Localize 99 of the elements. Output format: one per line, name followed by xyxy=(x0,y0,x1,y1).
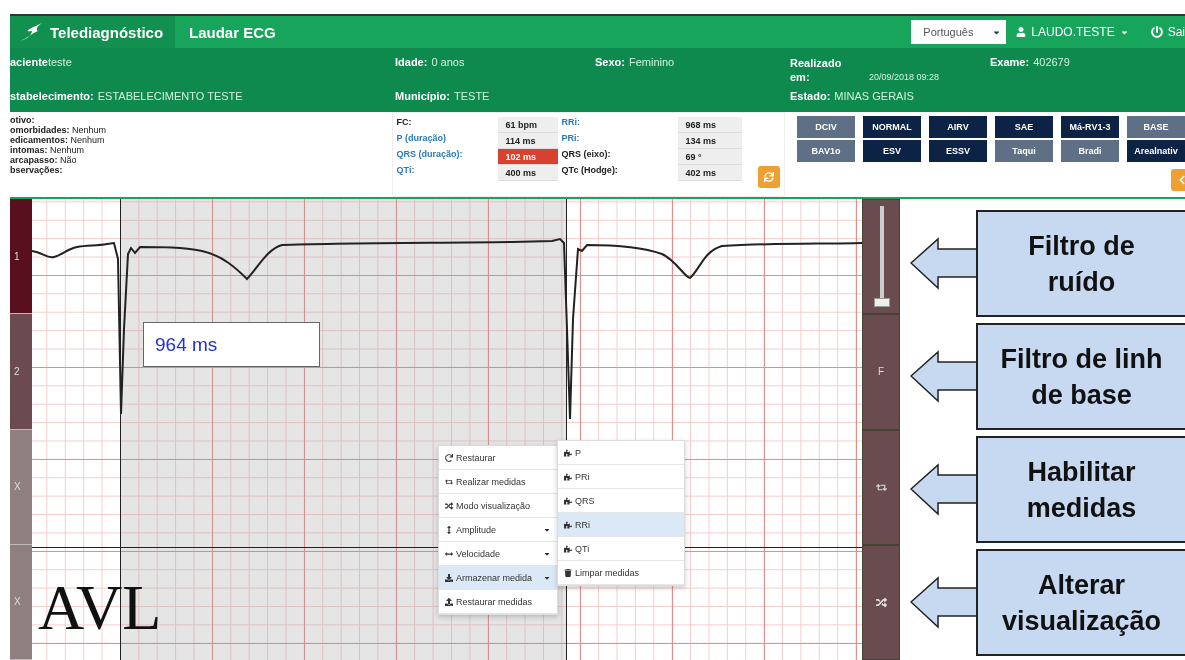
measure-label: FC: xyxy=(395,117,413,129)
diagnosis-button[interactable]: BAV1o xyxy=(797,140,855,162)
menu-item-icon xyxy=(445,573,453,582)
info-label: Realizado em: xyxy=(790,56,843,84)
info-value: MINAS GERAIS xyxy=(834,90,914,102)
measure-label: RRi: xyxy=(560,117,582,129)
info-label: aciente xyxy=(10,56,48,68)
note-line: arcapasso: Não xyxy=(10,155,78,165)
menu-item[interactable]: Restaurar medidas xyxy=(439,590,557,614)
measure-value: 69 ° xyxy=(677,149,742,165)
menu-item[interactable]: PRi xyxy=(558,465,684,489)
measure-readout: 964 ms xyxy=(143,322,320,367)
note-line: intomas: Nenhum xyxy=(10,145,86,155)
measure-label: QTc (Hodge): xyxy=(560,165,619,177)
measure-label: PRi: xyxy=(560,133,581,145)
refresh-button[interactable] xyxy=(758,166,780,188)
info-value: 0 anos xyxy=(431,56,465,68)
info-label: Idade: xyxy=(395,56,428,68)
callout-label: Filtro de ruído xyxy=(976,210,1185,317)
diagnosis-button[interactable]: ESSV xyxy=(929,140,987,162)
menu-item-icon xyxy=(445,477,453,486)
measure-value: 402 ms xyxy=(677,165,742,181)
info-label: stabelecimento: xyxy=(10,90,94,102)
menu-item[interactable]: Armazenar medida xyxy=(439,566,557,590)
slider-thumb[interactable] xyxy=(874,298,890,308)
menu-item[interactable]: Modo visualização xyxy=(439,494,557,518)
measure-value: 102 ms xyxy=(497,149,558,165)
callout-label: Filtro de linh de base xyxy=(976,323,1185,430)
info-value: Feminino xyxy=(628,56,675,68)
menu-item[interactable]: Restaurar xyxy=(439,446,557,470)
page-title: Laudar ECG xyxy=(189,23,276,41)
menu-item-icon xyxy=(445,501,453,510)
measure-value: 968 ms xyxy=(677,117,742,133)
menu-item[interactable]: P xyxy=(558,441,684,465)
menu-item[interactable]: Limpar medidas xyxy=(558,561,684,585)
note-line: edicamentos: Nenhum xyxy=(10,135,106,145)
puzzle-icon xyxy=(564,448,572,457)
diagnosis-button[interactable]: BASE xyxy=(1127,116,1185,138)
menu-item[interactable]: Realizar medidas xyxy=(439,470,557,494)
brand-name[interactable]: Telediagnóstico xyxy=(50,23,164,41)
measure-label: QTi: xyxy=(395,165,416,177)
note-line: otivo: xyxy=(10,115,36,125)
info-value: TESTE xyxy=(454,90,490,102)
measure-value: 114 ms xyxy=(497,133,558,149)
channel-tab[interactable]: 2 xyxy=(10,314,32,430)
menu-item-icon xyxy=(445,597,453,606)
measure-value: 61 bpm xyxy=(497,117,558,133)
language-select[interactable]: Português xyxy=(911,20,1007,44)
puzzle-icon xyxy=(564,544,572,553)
menu-item[interactable]: QTi xyxy=(558,537,684,561)
measure-label: P (duração) xyxy=(395,133,447,145)
channel-tab[interactable]: 1 xyxy=(10,199,32,315)
puzzle-icon xyxy=(564,520,572,529)
info-label: Município: xyxy=(395,90,450,102)
diagnosis-button[interactable]: Arealnativ xyxy=(1127,140,1185,162)
retweet-icon xyxy=(875,481,887,493)
callout-label: Habilitar medidas xyxy=(976,436,1185,543)
diagnosis-button[interactable]: Taqui xyxy=(995,140,1053,162)
measure-label: QRS (eixo): xyxy=(560,149,612,161)
diagnosis-button[interactable]: Má-RV1-3 xyxy=(1061,116,1119,138)
info-label: Estado: xyxy=(790,90,831,102)
puzzle-icon xyxy=(564,472,572,481)
baseline-filter-button[interactable]: F xyxy=(862,314,900,430)
diagnosis-button[interactable]: ESV xyxy=(863,140,921,162)
info-value: ESTABELECIMENTO TESTE xyxy=(97,90,243,102)
menu-item[interactable]: QRS xyxy=(558,489,684,513)
puzzle-icon xyxy=(564,496,572,505)
noise-filter-slider[interactable] xyxy=(862,199,900,315)
menu-item-icon xyxy=(445,549,453,558)
diagnosis-button[interactable]: DCIV xyxy=(797,116,855,138)
menu-item[interactable]: RRi xyxy=(558,513,684,537)
menu-item-icon xyxy=(445,453,453,462)
callout-label: Alterar visualização xyxy=(976,549,1185,656)
view-toggle-button[interactable] xyxy=(862,544,900,660)
measure-toggle-button[interactable] xyxy=(862,429,900,545)
shuffle-icon xyxy=(875,596,887,608)
info-value: teste xyxy=(47,56,72,68)
power-icon xyxy=(1150,26,1163,38)
info-label: Exame: xyxy=(990,56,1030,68)
diagnosis-button[interactable]: NORMAL xyxy=(863,116,921,138)
measure-value: 400 ms xyxy=(497,165,558,181)
measure-label: QRS (duração): xyxy=(395,149,464,161)
info-label: Sexo: xyxy=(595,56,625,68)
brand-bar[interactable]: Telediagnóstico xyxy=(10,16,175,48)
note-line: omorbidades: Nenhum xyxy=(10,125,108,135)
diagnosis-button[interactable]: Bradi xyxy=(1061,140,1119,162)
menu-item-icon xyxy=(445,525,453,534)
measure-value: 134 ms xyxy=(677,133,742,149)
info-value: 20/09/2018 09:28 xyxy=(869,72,940,82)
chevron-icon xyxy=(1177,175,1185,185)
refresh-icon xyxy=(764,172,774,182)
menu-item[interactable]: Velocidade xyxy=(439,542,557,566)
menu-item[interactable]: Amplitude xyxy=(439,518,557,542)
diagnosis-button[interactable]: SAE xyxy=(995,116,1053,138)
info-value: 402679 xyxy=(1033,56,1070,68)
trash-icon xyxy=(564,568,572,577)
user-icon xyxy=(1016,27,1027,37)
diagnosis-button[interactable]: AIRV xyxy=(929,116,987,138)
note-line: bservações: xyxy=(10,165,64,175)
